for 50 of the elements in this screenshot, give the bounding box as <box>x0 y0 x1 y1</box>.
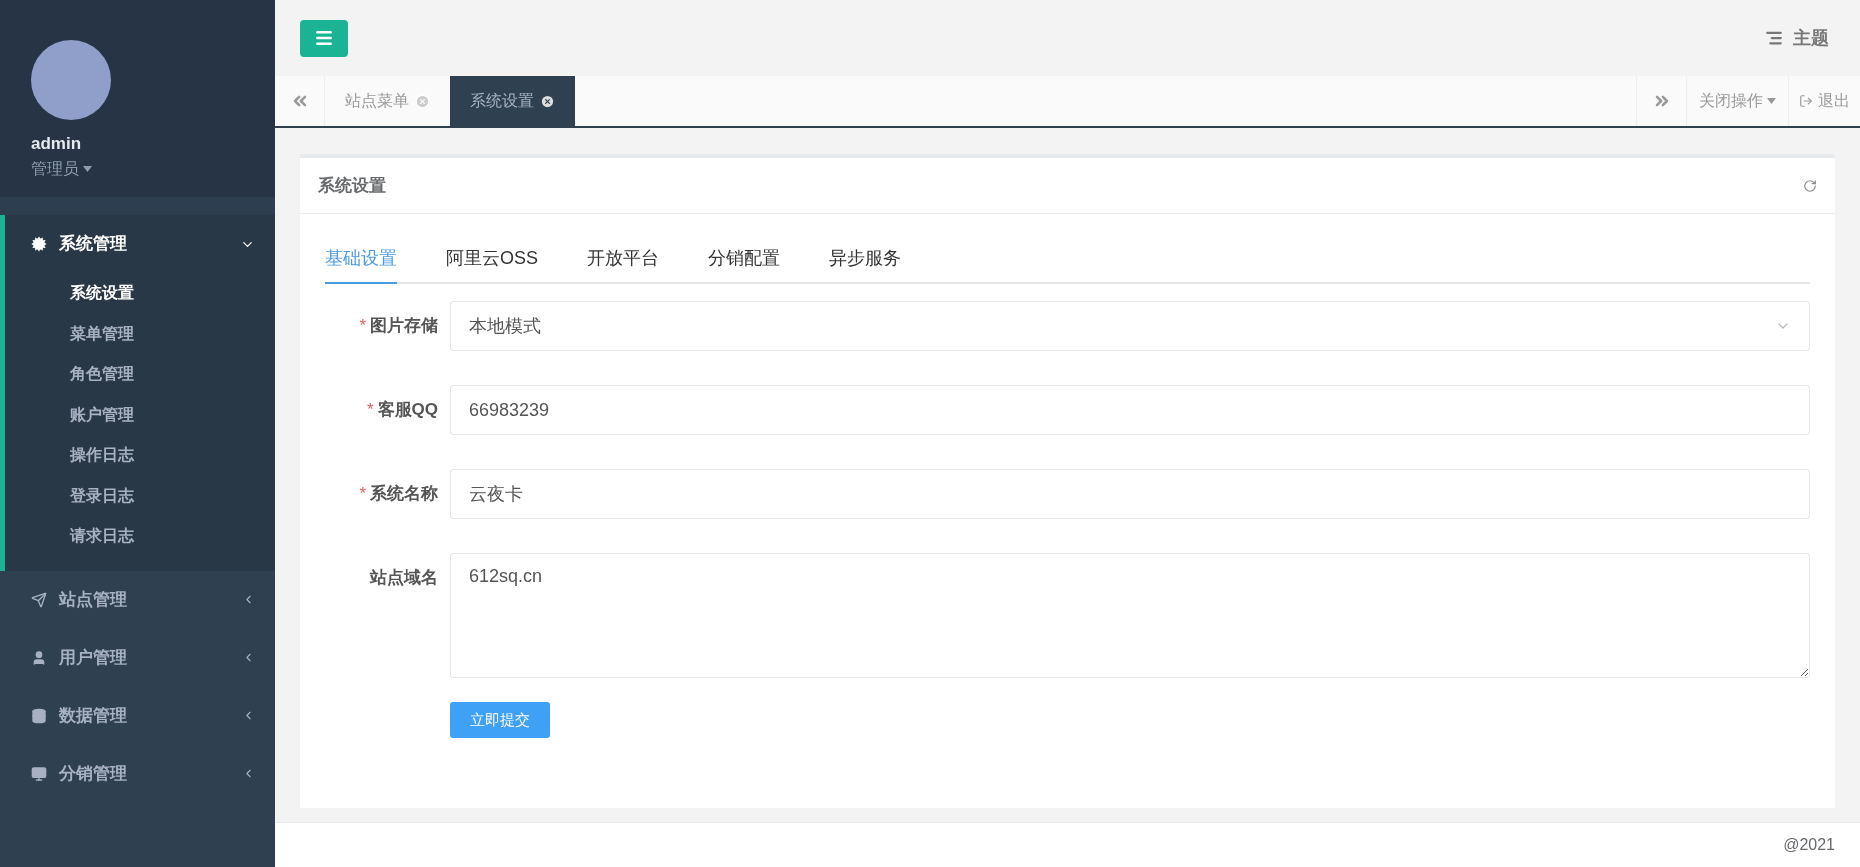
required-mark: * <box>366 399 374 422</box>
menu-group[interactable]: 系统管理 <box>5 215 275 273</box>
close-icon <box>415 93 430 109</box>
input-field[interactable]: 66983239 <box>450 385 1810 435</box>
caret-icon <box>1767 98 1776 104</box>
menu-item[interactable]: 请求日志 <box>5 516 275 557</box>
logout-button[interactable]: 退出 <box>1788 76 1860 126</box>
role-dropdown[interactable]: 管理员 <box>31 156 244 181</box>
page-tab[interactable]: 站点菜单 <box>325 76 450 126</box>
input-field[interactable]: 云夜卡 <box>450 469 1810 519</box>
settings-tab[interactable]: 开放平台 <box>587 234 659 284</box>
panel-title: 系统设置 <box>318 174 386 197</box>
settings-tab[interactable]: 阿里云OSS <box>446 234 538 284</box>
field-label: 站点域名 <box>370 567 438 590</box>
menu-item[interactable]: 角色管理 <box>5 354 275 395</box>
user-icon <box>31 649 47 666</box>
menu-group[interactable]: 数据管理 <box>5 686 275 745</box>
menu-item[interactable]: 账户管理 <box>5 394 275 435</box>
gear-icon <box>31 236 47 252</box>
menu-item[interactable]: 登录日志 <box>5 475 275 516</box>
select-field[interactable]: 本地模式 <box>450 301 1810 351</box>
paper-plane-icon <box>31 591 47 608</box>
required-mark: * <box>359 483 366 506</box>
menu-item[interactable]: 系统设置 <box>5 273 275 314</box>
settings-tab[interactable]: 基础设置 <box>325 234 397 284</box>
theme-button[interactable]: 主题 <box>1765 24 1835 52</box>
copyright-text: @2021 <box>1783 835 1835 855</box>
refresh-icon[interactable] <box>1803 178 1817 193</box>
caret-icon <box>83 165 92 172</box>
monitor-icon <box>31 765 47 782</box>
settings-tab[interactable]: 分销配置 <box>708 234 780 284</box>
menu-icon <box>314 28 334 48</box>
logout-icon <box>1799 94 1813 108</box>
textarea-field[interactable]: 612sq.cn <box>450 553 1810 678</box>
user-name: admin <box>31 133 83 155</box>
menu-item[interactable]: 菜单管理 <box>5 313 275 354</box>
list-icon <box>1765 29 1783 47</box>
required-mark: * <box>359 315 366 338</box>
menu-group[interactable]: 站点管理 <box>5 570 275 629</box>
settings-tab[interactable]: 异步服务 <box>829 234 901 284</box>
field-label: 客服QQ <box>377 399 438 422</box>
close-icon <box>540 93 555 109</box>
page-tab[interactable]: 系统设置 <box>450 76 575 126</box>
menu-group[interactable]: 用户管理 <box>5 628 275 687</box>
menu-group[interactable]: 分销管理 <box>5 744 275 803</box>
field-label: 系统名称 <box>370 483 438 506</box>
field-label: 图片存储 <box>370 315 438 338</box>
close-actions-dropdown[interactable]: 关闭操作 <box>1686 76 1788 126</box>
menu-item[interactable]: 操作日志 <box>5 435 275 476</box>
menu-toggle-button[interactable] <box>300 19 348 57</box>
